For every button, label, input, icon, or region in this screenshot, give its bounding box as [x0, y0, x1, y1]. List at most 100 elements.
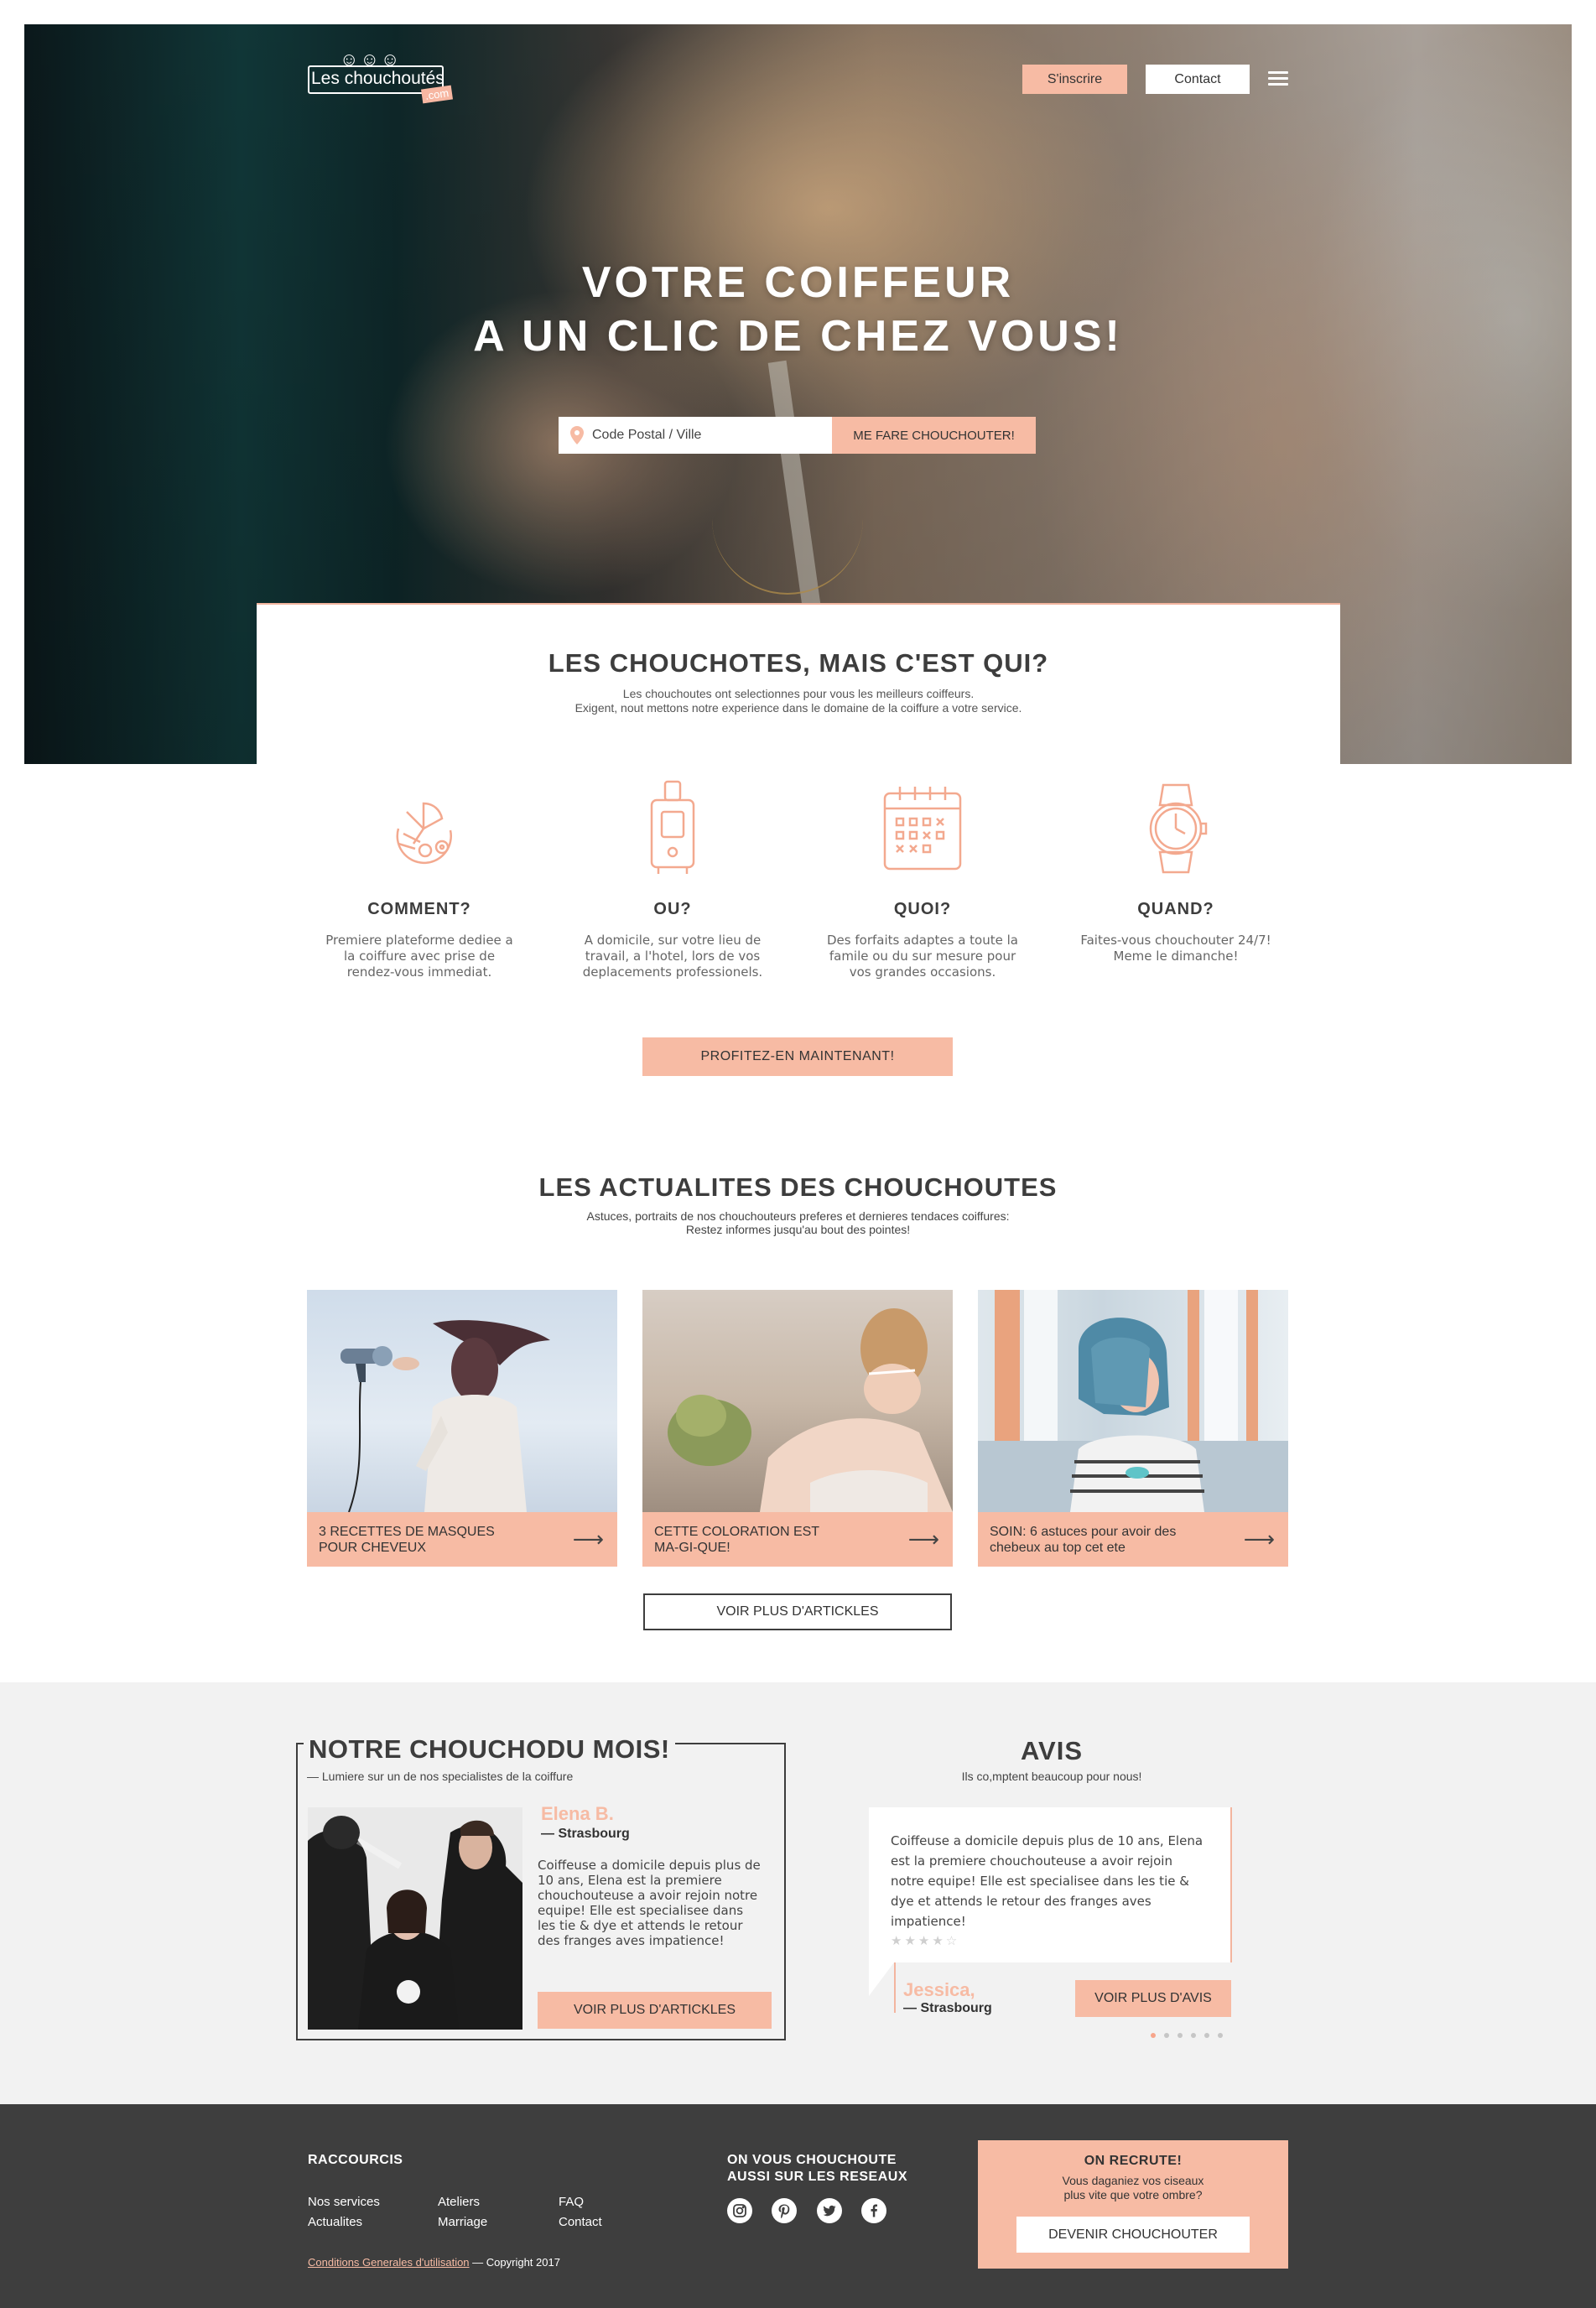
article-caption-text: CETTE COLORATION EST MA-GI-QUE!: [654, 1525, 819, 1555]
news-subtitle-line2: Restez informes jusqu'au bout des pointe…: [685, 1223, 911, 1236]
carousel-dot[interactable]: [1164, 2033, 1169, 2038]
month-more-button[interactable]: VOIR PLUS D'ARTICKLES: [538, 1992, 772, 2029]
footer-link-services[interactable]: Nos services: [308, 2195, 380, 2209]
facebook-icon[interactable]: [861, 2198, 886, 2223]
review-carousel-dots: [1151, 2033, 1223, 2038]
article-image-hairdryer: [307, 1290, 617, 1512]
twitter-icon[interactable]: [817, 2198, 842, 2223]
recruit-title: ON RECRUTE!: [1084, 2154, 1183, 2168]
reviewer-city: — Strasbourg: [903, 2001, 992, 2015]
contact-button[interactable]: Contact: [1146, 65, 1250, 94]
review-card: Coiffeuse a domicile depuis plus de 10 a…: [869, 1807, 1232, 1962]
site-logo[interactable]: ☺☺☺ Les chouchoutés .com: [308, 49, 455, 104]
reviews-title: AVIS: [1020, 1736, 1084, 1765]
location-pin-icon: [570, 426, 584, 444]
watch-icon: [1149, 783, 1208, 874]
article-caption: 3 RECETTES DE MASQUES POUR CHEVEUX ⟶: [307, 1512, 617, 1567]
signup-button[interactable]: S'inscrire: [1022, 65, 1127, 94]
become-hairdresser-button[interactable]: DEVENIR CHOUCHOUTER: [1016, 2217, 1250, 2253]
feature-ou: OU? A domicile, sur votre lieu de travai…: [572, 778, 773, 980]
profit-now-button[interactable]: PROFITEZ-EN MAINTENANT!: [642, 1037, 953, 1076]
carousel-dot[interactable]: [1218, 2033, 1223, 2038]
footer-link-news[interactable]: Actualites: [308, 2215, 362, 2229]
feature-title: QUOI?: [893, 900, 952, 918]
location-search: ME FARE CHOUCHOUTER!: [559, 417, 1036, 454]
footer-link-workshops[interactable]: Ateliers: [438, 2195, 480, 2209]
feature-title: QUAND?: [1137, 900, 1214, 918]
article-caption: SOIN: 6 astuces pour avoir des chebeux a…: [978, 1512, 1288, 1567]
arrow-right-icon[interactable]: ⟶: [573, 1528, 604, 1550]
carousel-dot[interactable]: [1151, 2033, 1156, 2038]
logo-text: Les chouchoutés: [311, 69, 444, 88]
month-title: NOTRE CHOUCHODU MOIS!: [304, 1734, 675, 1765]
footer-social-title: ON VOUS CHOUCHOUTE AUSSI SUR LES RESEAUX: [727, 2152, 907, 2186]
article-caption: CETTE COLORATION EST MA-GI-QUE! ⟶: [642, 1512, 953, 1567]
about-subtitle-line1: Les chouchoutes ont selectionnes pour vo…: [622, 687, 975, 700]
article-card[interactable]: 3 RECETTES DE MASQUES POUR CHEVEUX ⟶: [307, 1290, 617, 1567]
feature-quand: QUAND? Faites-vous chouchouter 24/7! Mem…: [1075, 778, 1276, 964]
about-section: LES CHOUCHOTES, MAIS C'EST QUI? Les chou…: [257, 603, 1340, 771]
recruit-box: ON RECRUTE! Vous daganiez vos ciseaux pl…: [978, 2140, 1288, 2269]
feature-title: OU?: [653, 900, 692, 918]
footer-link-faq[interactable]: FAQ: [559, 2195, 584, 2209]
feature-text: Des forfaits adaptes a toute la famile o…: [827, 933, 1018, 980]
article-caption-text: SOIN: 6 astuces pour avoir des chebeux a…: [990, 1525, 1177, 1555]
pinterest-icon[interactable]: [772, 2198, 797, 2223]
news-subtitle: Astuces, portraits de nos chouchouteurs …: [0, 1209, 1596, 1236]
review-stars: ★★★★☆: [891, 1934, 960, 1948]
reviewer-name: Jessica,: [903, 1979, 975, 2000]
footer-shortcuts-title: RACCOURCIS: [308, 2153, 403, 2167]
footer-link-wedding[interactable]: Marriage: [438, 2215, 487, 2229]
feature-quoi: QUOI? Des forfaits adaptes a toute la fa…: [822, 778, 1023, 980]
feature-text: A domicile, sur votre lieu de travail, a…: [582, 933, 763, 980]
feature-text: Faites-vous chouchouter 24/7! Meme le di…: [1080, 933, 1271, 964]
feature-text: Premiere plateforme dediee a la coiffure…: [325, 933, 513, 980]
hairdresser-photo: [308, 1807, 522, 2030]
terms-link[interactable]: Conditions Generales d'utilisation: [308, 2256, 470, 2269]
article-image-bride: [642, 1290, 953, 1512]
article-card[interactable]: CETTE COLORATION EST MA-GI-QUE! ⟶: [642, 1290, 953, 1567]
more-articles-button[interactable]: VOIR PLUS D'ARTICKLES: [643, 1593, 952, 1630]
footer-link-contact[interactable]: Contact: [559, 2215, 602, 2229]
hairdresser-city: — Strasbourg: [541, 1827, 630, 1841]
article-card[interactable]: SOIN: 6 astuces pour avoir des chebeux a…: [978, 1290, 1288, 1567]
hamburger-menu-icon[interactable]: [1268, 71, 1288, 86]
about-subtitle-line2: Exigent, nout mettons notre experience d…: [574, 701, 1022, 715]
feature-title: COMMENT?: [367, 900, 471, 918]
search-field-wrapper: [559, 417, 832, 454]
carousel-dot[interactable]: [1178, 2033, 1183, 2038]
search-submit-button[interactable]: ME FARE CHOUCHOUTER!: [832, 417, 1036, 454]
copyright-text: — Copyright 2017: [469, 2256, 560, 2269]
hero-title-line2: A UN CLIC DE CHEZ VOUS!: [473, 312, 1123, 361]
hair-tools-icon: [396, 802, 452, 865]
month-subtitle: — Lumiere sur un de nos specialistes de …: [307, 1770, 574, 1783]
carousel-dot[interactable]: [1204, 2033, 1209, 2038]
more-reviews-button[interactable]: VOIR PLUS D'AVIS: [1075, 1980, 1231, 2017]
site-footer: [0, 2104, 1596, 2308]
article-image-blue-hair: [978, 1290, 1288, 1512]
recruit-text: Vous daganiez vos ciseaux plus vite que …: [978, 2174, 1288, 2202]
article-caption-text: 3 RECETTES DE MASQUES POUR CHEVEUX: [319, 1525, 495, 1555]
hero-title-line1: VOTRE COIFFEUR: [581, 258, 1015, 307]
suitcase-icon: [650, 780, 695, 874]
reviews-subtitle: Ils co,mptent beaucoup pour nous!: [961, 1770, 1142, 1783]
arrow-right-icon[interactable]: ⟶: [1244, 1528, 1275, 1550]
footer-social-title-line1: ON VOUS CHOUCHOUTE: [727, 2153, 897, 2167]
arrow-right-icon[interactable]: ⟶: [908, 1528, 939, 1550]
news-subtitle-line1: Astuces, portraits de nos chouchouteurs …: [586, 1209, 1010, 1223]
logo-suffix: .com: [420, 85, 454, 104]
postal-code-input[interactable]: [592, 428, 819, 443]
footer-legal: Conditions Generales d'utilisation — Cop…: [308, 2256, 560, 2269]
review-author-bar: [894, 1962, 896, 2013]
calendar-icon: [883, 787, 962, 871]
instagram-icon[interactable]: [727, 2198, 752, 2223]
hairdresser-name: Elena B.: [541, 1803, 614, 1824]
about-title: LES CHOUCHOTES, MAIS C'EST QUI?: [548, 648, 1049, 678]
recruit-text-line2: plus vite que votre ombre?: [1063, 2188, 1203, 2201]
review-text: Coiffeuse a domicile depuis plus de 10 a…: [891, 1833, 1203, 1929]
news-title: LES ACTUALITES DES CHOUCHOUTES: [538, 1172, 1058, 1202]
feature-comment: COMMENT? Premiere plateforme dediee a la…: [319, 778, 520, 980]
carousel-dot[interactable]: [1191, 2033, 1196, 2038]
hero-title: VOTRE COIFFEUR A UN CLIC DE CHEZ VOUS!: [0, 256, 1596, 363]
footer-social-title-line2: AUSSI SUR LES RESEAUX: [727, 2170, 907, 2184]
